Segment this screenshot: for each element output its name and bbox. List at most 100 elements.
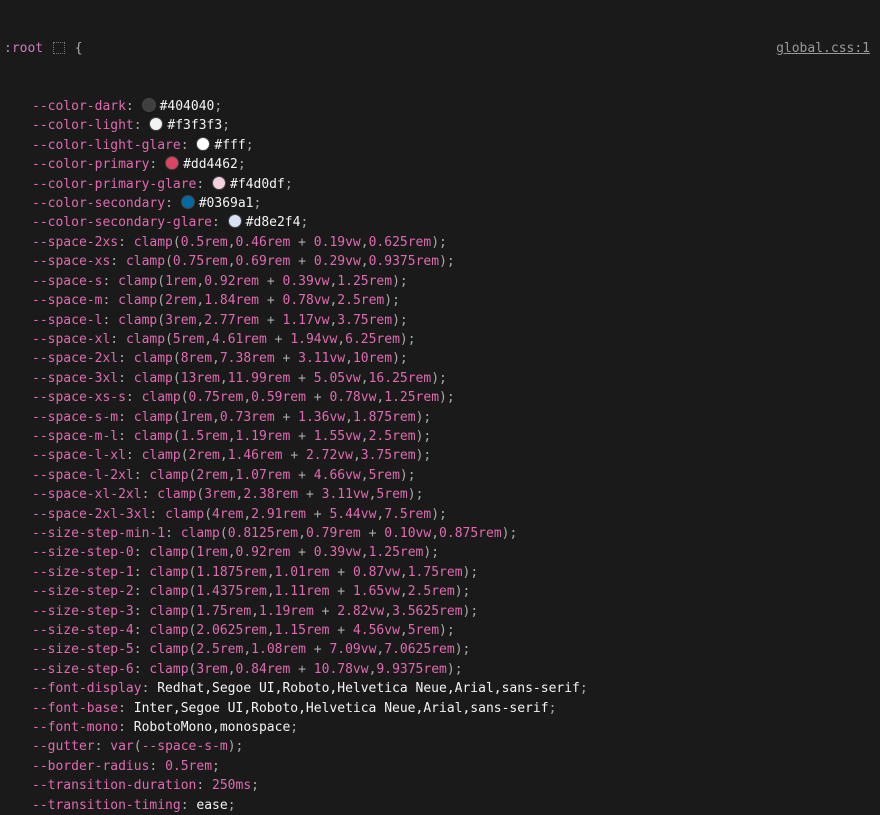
css-args: (1.5rem,1.19rem + 1.55vw,2.5rem) <box>173 429 424 444</box>
colon: : <box>102 293 118 308</box>
css-declaration[interactable]: --space-2xl-3xl: clamp(4rem,2.91rem + 5.… <box>4 505 876 524</box>
semicolon: ; <box>392 293 400 308</box>
css-value: #d8e2f4 <box>246 215 301 230</box>
css-declaration[interactable]: --border-radius: 0.5rem; <box>4 757 876 776</box>
css-declaration[interactable]: --size-step-4: clamp(2.0625rem,1.15rem +… <box>4 621 876 640</box>
css-function: clamp <box>142 390 181 405</box>
css-declaration[interactable]: --space-xl: clamp(5rem,4.61rem + 1.94vw,… <box>4 330 876 349</box>
css-declaration[interactable]: --size-step-0: clamp(1rem,0.92rem + 0.39… <box>4 543 876 562</box>
color-swatch-icon[interactable] <box>228 214 242 228</box>
semicolon: ; <box>408 332 416 347</box>
css-value: #f4d0df <box>230 177 285 192</box>
css-property: --space-2xl-3xl <box>32 507 149 522</box>
css-declaration[interactable]: --space-m: clamp(2rem,1.84rem + 0.78vw,2… <box>4 291 876 310</box>
css-declaration[interactable]: --space-xs: clamp(0.75rem,0.69rem + 0.29… <box>4 252 876 271</box>
open-brace: { <box>75 41 83 56</box>
color-swatch-icon[interactable] <box>196 137 210 151</box>
colon: : <box>142 487 158 502</box>
css-declaration[interactable]: --transition-timing: ease; <box>4 796 876 815</box>
css-declaration[interactable]: --color-primary: #dd4462; <box>4 155 876 174</box>
css-property: --transition-duration <box>32 778 196 793</box>
semicolon: ; <box>463 584 471 599</box>
css-declaration[interactable]: --color-secondary: #0369a1; <box>4 194 876 213</box>
css-args: (2rem,1.84rem + 0.78vw,2.5rem) <box>157 293 392 308</box>
css-property: --font-base <box>32 701 118 716</box>
css-declaration[interactable]: --size-step-1: clamp(1.1875rem,1.01rem +… <box>4 563 876 582</box>
css-args: (1rem,0.92rem + 0.39vw,1.25rem) <box>189 545 432 560</box>
css-declaration[interactable]: --font-mono: RobotoMono,monospace; <box>4 718 876 737</box>
css-function: clamp <box>149 468 188 483</box>
css-declaration[interactable]: --space-l: clamp(3rem,2.77rem + 1.17vw,3… <box>4 311 876 330</box>
css-args: (3rem,2.77rem + 1.17vw,3.75rem) <box>157 313 400 328</box>
colon: : <box>134 565 150 580</box>
css-declaration[interactable]: --space-xl-2xl: clamp(3rem,2.38rem + 3.1… <box>4 485 876 504</box>
css-function: clamp <box>149 604 188 619</box>
css-declaration[interactable]: --space-s: clamp(1rem,0.92rem + 0.39vw,1… <box>4 272 876 291</box>
semicolon: ; <box>423 429 431 444</box>
semicolon: ; <box>222 118 230 133</box>
css-function: clamp <box>142 448 181 463</box>
css-declaration[interactable]: --color-light: #f3f3f3; <box>4 116 876 135</box>
css-declaration[interactable]: --size-step-6: clamp(3rem,0.84rem + 10.7… <box>4 660 876 679</box>
css-declaration[interactable]: --color-light-glare: #fff; <box>4 136 876 155</box>
semicolon: ; <box>455 662 463 677</box>
colon: : <box>126 99 142 114</box>
semicolon: ; <box>510 526 518 541</box>
css-args: (1.75rem,1.19rem + 2.82vw,3.5625rem) <box>189 604 471 619</box>
color-swatch-icon[interactable] <box>212 176 226 190</box>
css-declaration[interactable]: --space-l-xl: clamp(2rem,1.46rem + 2.72v… <box>4 446 876 465</box>
colon: : <box>118 371 134 386</box>
color-swatch-icon[interactable] <box>149 117 163 131</box>
css-declaration[interactable]: --space-2xs: clamp(0.5rem,0.46rem + 0.19… <box>4 233 876 252</box>
css-declaration[interactable]: --color-dark: #404040; <box>4 97 876 116</box>
css-property: --color-light <box>32 118 134 133</box>
css-args: (2.0625rem,1.15rem + 4.56vw,5rem) <box>189 623 447 638</box>
css-property: --space-l <box>32 313 102 328</box>
color-swatch-icon[interactable] <box>165 156 179 170</box>
selector-line[interactable]: global.css:1 :root { <box>4 39 876 58</box>
css-declaration[interactable]: --font-base: Inter,Segoe UI,Roboto,Helve… <box>4 699 876 718</box>
css-function: clamp <box>134 351 173 366</box>
semicolon: ; <box>580 681 588 696</box>
semicolon: ; <box>212 759 220 774</box>
css-args: (3rem,2.38rem + 3.11vw,5rem) <box>196 487 415 502</box>
css-declaration[interactable]: --space-m-l: clamp(1.5rem,1.19rem + 1.55… <box>4 427 876 446</box>
colon: : <box>102 313 118 328</box>
css-declaration[interactable]: --size-step-2: clamp(1.4375rem,1.11rem +… <box>4 582 876 601</box>
css-declaration[interactable]: --transition-duration: 250ms; <box>4 776 876 795</box>
semicolon: ; <box>470 604 478 619</box>
css-declaration[interactable]: --space-2xl: clamp(8rem,7.38rem + 3.11vw… <box>4 349 876 368</box>
css-declaration[interactable]: --size-step-min-1: clamp(0.8125rem,0.79r… <box>4 524 876 543</box>
css-property: --size-step-5 <box>32 642 134 657</box>
colon: : <box>196 177 212 192</box>
css-declaration[interactable]: --space-xs-s: clamp(0.75rem,0.59rem + 0.… <box>4 388 876 407</box>
css-args: (1.4375rem,1.11rem + 1.65vw,2.5rem) <box>189 584 463 599</box>
css-property: --transition-timing <box>32 798 181 813</box>
css-declaration[interactable]: --space-s-m: clamp(1rem,0.73rem + 1.36vw… <box>4 408 876 427</box>
css-declaration[interactable]: --gutter: var(--space-s-m); <box>4 737 876 756</box>
semicolon: ; <box>408 468 416 483</box>
css-declaration[interactable]: --space-l-2xl: clamp(2rem,1.07rem + 4.66… <box>4 466 876 485</box>
semicolon: ; <box>439 235 447 250</box>
css-declaration[interactable]: --color-primary-glare: #f4d0df; <box>4 175 876 194</box>
css-declaration[interactable]: --font-display: Redhat,Segoe UI,Roboto,H… <box>4 679 876 698</box>
css-declaration[interactable]: --space-3xl: clamp(13rem,11.99rem + 5.05… <box>4 369 876 388</box>
css-property: --color-light-glare <box>32 138 181 153</box>
css-function: clamp <box>149 565 188 580</box>
css-declaration[interactable]: --size-step-5: clamp(2.5rem,1.08rem + 7.… <box>4 640 876 659</box>
color-swatch-icon[interactable] <box>142 98 156 112</box>
selector: :root <box>4 41 43 56</box>
expand-icon[interactable] <box>53 42 65 54</box>
css-property: --space-3xl <box>32 371 118 386</box>
colon: : <box>126 390 142 405</box>
color-swatch-icon[interactable] <box>181 195 195 209</box>
css-declaration[interactable]: --size-step-3: clamp(1.75rem,1.19rem + 2… <box>4 602 876 621</box>
css-value: 250ms <box>212 778 251 793</box>
colon: : <box>134 118 150 133</box>
css-property: --space-m-l <box>32 429 118 444</box>
file-link[interactable]: global.css:1 <box>776 39 876 58</box>
colon: : <box>118 429 134 444</box>
css-declaration[interactable]: --color-secondary-glare: #d8e2f4; <box>4 213 876 232</box>
colon: : <box>134 662 150 677</box>
css-value: RobotoMono,monospace <box>134 720 291 735</box>
